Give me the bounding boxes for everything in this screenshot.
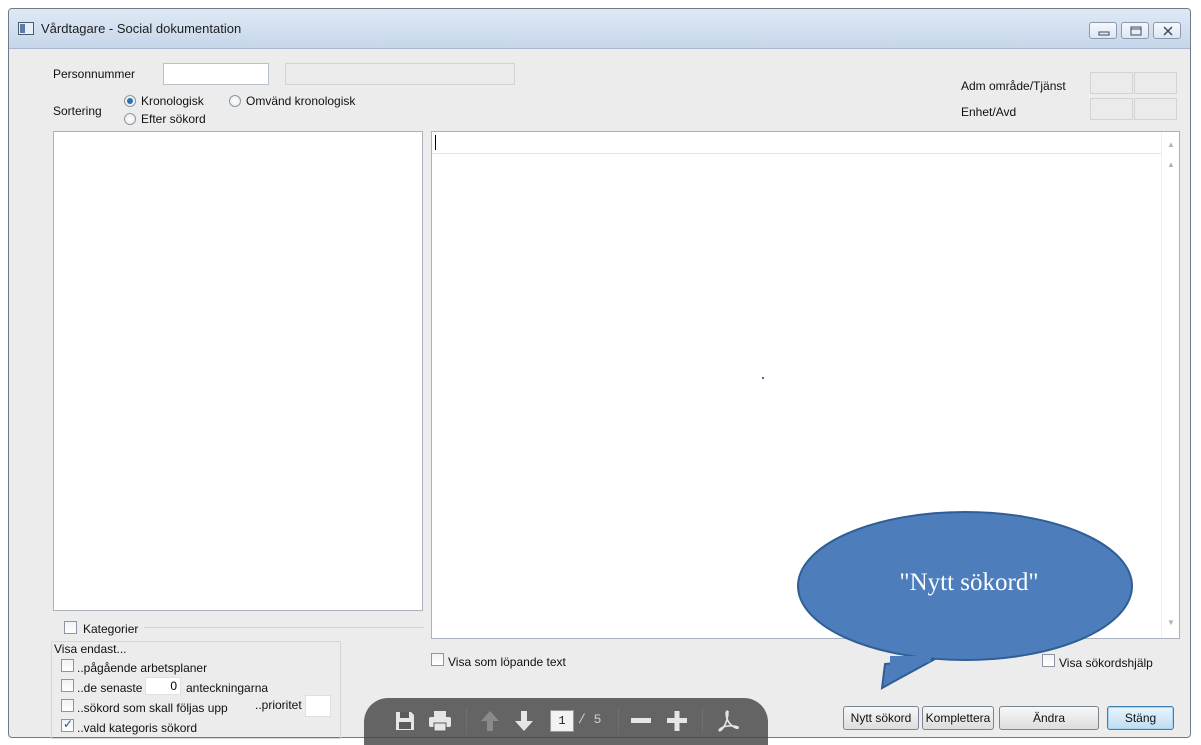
sort-option-label: Omvänd kronologisk	[246, 94, 356, 108]
client-name-field	[285, 63, 515, 85]
personnummer-input[interactable]	[163, 63, 269, 85]
print-icon[interactable]	[428, 710, 452, 732]
adm-omrade-field-1	[1090, 72, 1133, 94]
senaste-count-input[interactable]: 0	[145, 677, 181, 695]
anteckningarna-label: anteckningarna	[186, 681, 269, 695]
acrobat-icon[interactable]	[716, 709, 740, 733]
close-button[interactable]	[1153, 22, 1181, 39]
page-number-input[interactable]: 1	[550, 710, 574, 732]
filter-label: ..vald kategoris sökord	[77, 721, 198, 735]
komplettera-button[interactable]: Komplettera	[922, 706, 994, 730]
enhet-avd-field-1	[1090, 98, 1133, 120]
previous-page-icon[interactable]	[480, 710, 500, 732]
kategorier-checkbox[interactable]	[64, 621, 77, 634]
sort-option-label: Efter sökord	[141, 112, 206, 126]
minimize-button[interactable]	[1089, 22, 1117, 39]
sort-option-kronologisk[interactable]: Kronologisk	[124, 94, 234, 108]
callout-bubble	[797, 511, 1133, 690]
pdf-viewer-toolbar: 1 / 5	[364, 698, 768, 745]
window-title: Vårdtagare - Social dokumentation	[41, 21, 242, 36]
filter-label: ..pågående arbetsplaner	[77, 661, 208, 675]
scroll-up-icon[interactable]: ▲	[1167, 140, 1175, 149]
vertical-scrollbar[interactable]: ▲ ▲ ▼	[1161, 132, 1179, 638]
filter-checkbox[interactable]	[61, 717, 74, 732]
radio-kronologisk[interactable]	[124, 95, 136, 107]
visa-endast-label: Visa endast...	[54, 642, 127, 656]
zoom-out-icon[interactable]	[630, 710, 652, 732]
stang-button[interactable]: Stäng	[1107, 706, 1174, 730]
filter-checkbox[interactable]	[61, 659, 74, 672]
maximize-button[interactable]	[1121, 22, 1149, 39]
scroll-up-icon[interactable]: ▲	[1167, 160, 1175, 169]
next-page-icon[interactable]	[514, 710, 534, 732]
stray-dot	[762, 377, 764, 379]
title-bar[interactable]: Vårdtagare - Social dokumentation	[9, 9, 1190, 49]
filter-checkbox[interactable]	[61, 699, 74, 712]
close-icon	[1163, 26, 1173, 36]
toolbar-separator	[702, 708, 703, 734]
text-caret	[435, 135, 436, 150]
document-title-line[interactable]	[432, 132, 1161, 154]
app-window-icon	[18, 22, 34, 35]
prioritet-label: ..prioritet	[255, 698, 302, 712]
callout-text: "Nytt sökord"	[899, 569, 1039, 596]
personnummer-label: Personnummer	[53, 67, 136, 81]
filter-label: ..de senaste	[77, 681, 143, 695]
toolbar-separator	[618, 708, 619, 734]
entries-list[interactable]	[53, 131, 423, 611]
visa-lopande-checkbox[interactable]	[431, 653, 444, 666]
filter-pagaende-arbetsplaner[interactable]: ..pågående arbetsplaner	[61, 659, 261, 675]
sortering-label: Sortering	[53, 104, 102, 118]
visa-lopande-label: Visa som löpande text	[448, 655, 566, 669]
minimize-icon	[1098, 31, 1110, 36]
radio-efter-sokord[interactable]	[124, 113, 136, 125]
filter-label: ..sökord som skall följas upp	[77, 701, 228, 715]
visa-lopande-text-toggle[interactable]: Visa som löpande text	[431, 653, 631, 669]
sort-option-efter-sokord[interactable]: Efter sökord	[124, 112, 234, 126]
prioritet-input[interactable]	[305, 695, 331, 717]
enhet-avd-field-2	[1134, 98, 1177, 120]
kategorier-divider	[144, 627, 424, 628]
enhet-avd-label: Enhet/Avd	[961, 105, 1017, 119]
kategorier-toggle[interactable]: Kategorier	[64, 621, 194, 636]
scroll-down-icon[interactable]: ▼	[1167, 618, 1175, 627]
page-total: / 5	[578, 712, 602, 727]
save-icon[interactable]	[394, 710, 416, 732]
toolbar-separator	[466, 708, 467, 734]
maximize-icon	[1130, 26, 1142, 36]
filter-sokord-folja-upp[interactable]: ..sökord som skall följas upp	[61, 699, 251, 715]
kategorier-label: Kategorier	[83, 622, 139, 636]
adm-omrade-field-2	[1134, 72, 1177, 94]
adm-omrade-label: Adm område/Tjänst	[961, 79, 1066, 93]
zoom-in-icon[interactable]	[666, 710, 688, 732]
sort-option-omvand-kronologisk[interactable]: Omvänd kronologisk	[229, 94, 379, 108]
filter-checkbox[interactable]	[61, 679, 74, 692]
nytt-sokord-button[interactable]: Nytt sökord	[843, 706, 919, 730]
sort-option-label: Kronologisk	[141, 94, 204, 108]
filter-vald-kategoris-sokord[interactable]: ..vald kategoris sökord	[61, 717, 251, 735]
radio-omvand-kronologisk[interactable]	[229, 95, 241, 107]
andra-button[interactable]: Ändra	[999, 706, 1099, 730]
